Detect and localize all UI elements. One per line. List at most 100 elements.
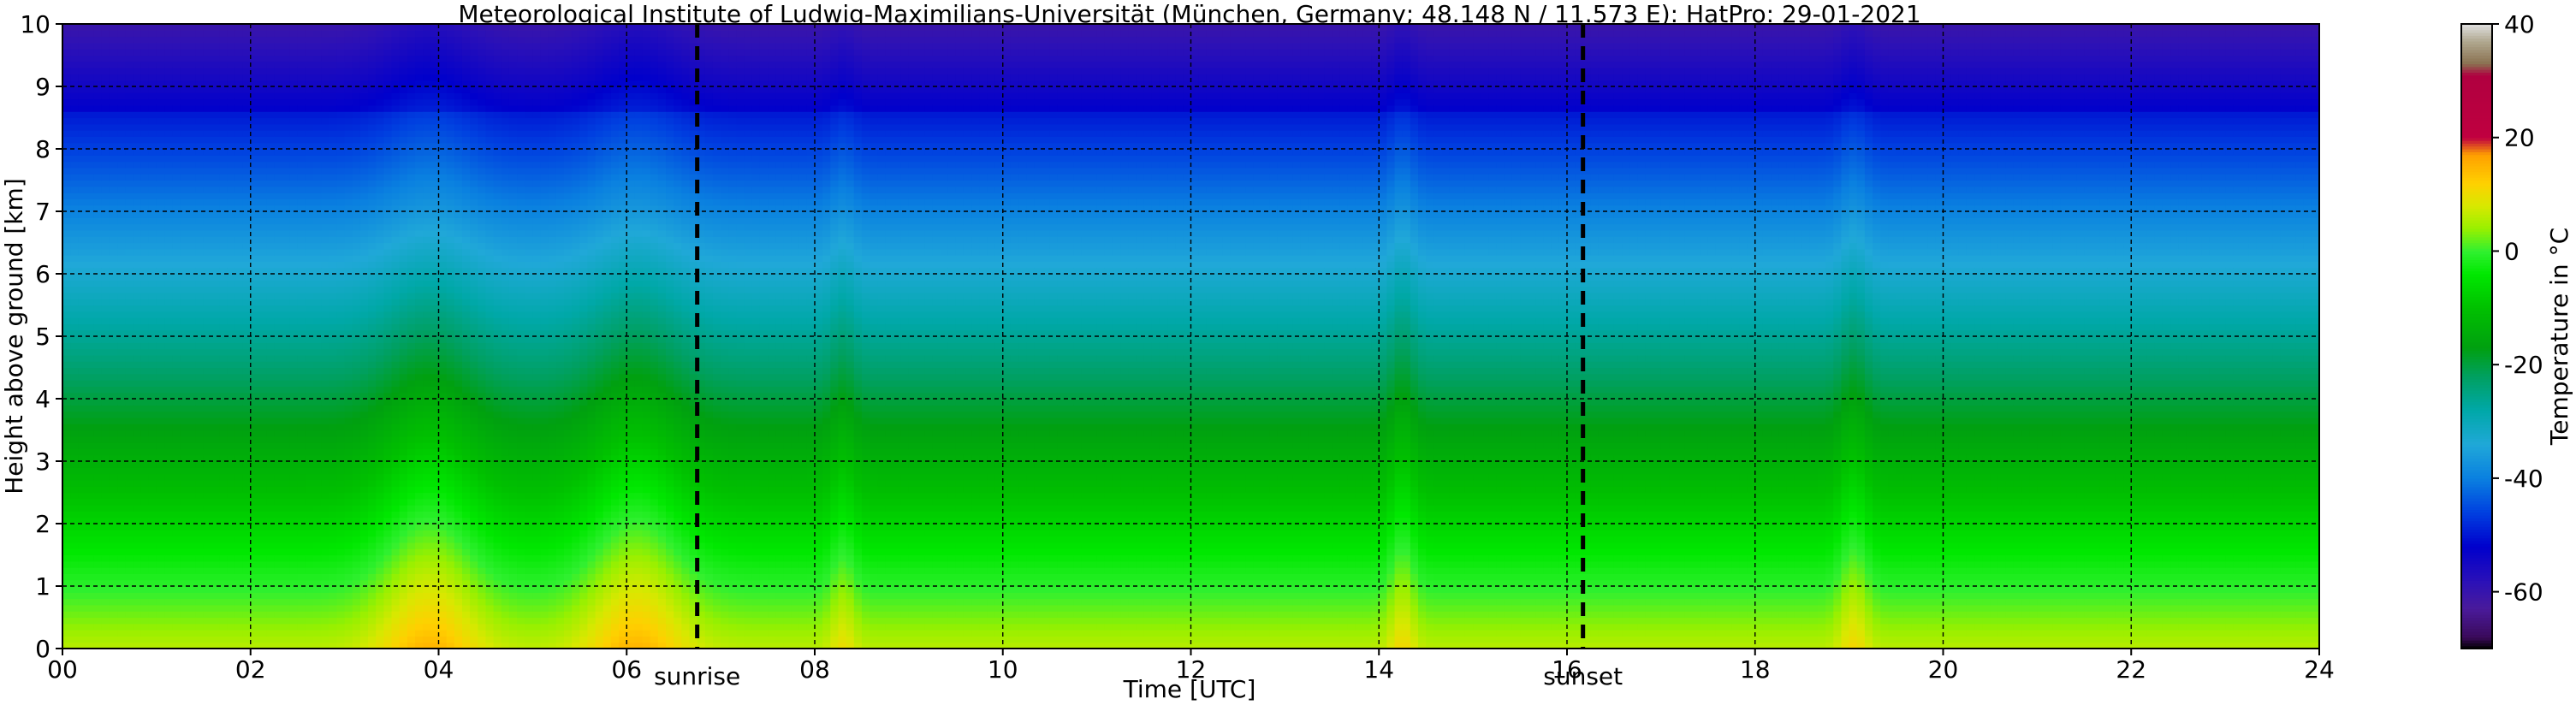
heatmap-cell [164, 229, 173, 237]
heatmap-cell [156, 186, 165, 193]
heatmap-cell [180, 24, 189, 31]
heatmap-cell [93, 586, 103, 593]
heatmap-cell [180, 292, 189, 299]
heatmap-cell [164, 86, 173, 93]
heatmap-cell [282, 530, 291, 537]
heatmap-cell [62, 361, 71, 369]
heatmap-cell [336, 467, 346, 475]
heatmap-cell [195, 92, 205, 100]
heatmap-cell [70, 461, 79, 468]
heatmap-cell [78, 317, 87, 324]
heatmap-cell [242, 367, 252, 375]
heatmap-cell [423, 424, 431, 431]
heatmap-cell [242, 592, 252, 600]
heatmap-cell [297, 399, 306, 406]
heatmap-cell [242, 292, 252, 299]
heatmap-cell [336, 123, 346, 131]
heatmap-cell [297, 623, 306, 631]
heatmap-cell [430, 236, 440, 244]
heatmap-cell [274, 336, 282, 343]
heatmap-cell [242, 323, 252, 331]
heatmap-cell [117, 467, 126, 475]
heatmap-cell [274, 486, 282, 494]
heatmap-cell [297, 598, 306, 606]
heatmap-cell [352, 435, 361, 443]
heatmap-cell [329, 236, 338, 244]
heatmap-cell [203, 573, 212, 581]
heatmap-cell [148, 317, 157, 324]
heatmap-cell [266, 317, 275, 324]
heatmap-cell [180, 74, 189, 81]
heatmap-cell [321, 211, 329, 218]
heatmap-cell [234, 161, 244, 169]
heatmap-cell [211, 354, 220, 362]
heatmap-cell [156, 354, 165, 362]
heatmap-cell [234, 186, 244, 193]
heatmap-cell [266, 386, 275, 394]
heatmap-cell [234, 567, 244, 574]
heatmap-cell [234, 598, 244, 606]
heatmap-cell [148, 611, 157, 619]
heatmap-cell [234, 448, 244, 456]
heatmap-cell [368, 30, 377, 38]
heatmap-cell [180, 630, 189, 637]
heatmap-cell [399, 598, 408, 606]
heatmap-cell [203, 311, 212, 318]
heatmap-cell [203, 242, 212, 250]
heatmap-cell [359, 386, 369, 394]
heatmap-cell [282, 424, 291, 431]
heatmap-cell [274, 380, 282, 387]
heatmap-cell [219, 104, 228, 112]
heatmap-cell [258, 467, 267, 475]
heatmap-cell [336, 386, 346, 394]
heatmap-cell [438, 435, 448, 443]
heatmap-cell [156, 236, 165, 244]
heatmap-cell [78, 149, 87, 156]
heatmap-cell [250, 435, 259, 443]
heatmap-cell [62, 424, 71, 431]
heatmap-cell [93, 55, 103, 62]
heatmap-cell [423, 473, 431, 481]
heatmap-cell [446, 530, 455, 537]
heatmap-cell [430, 217, 440, 225]
heatmap-cell [117, 55, 126, 62]
heatmap-cell [274, 130, 282, 137]
heatmap-cell [219, 61, 228, 68]
heatmap-cell [70, 24, 79, 31]
heatmap-cell [274, 211, 282, 218]
heatmap-cell [391, 130, 401, 137]
heatmap-cell [219, 280, 228, 287]
heatmap-cell [297, 617, 306, 625]
heatmap-cell [266, 411, 275, 418]
heatmap-cell [336, 55, 346, 62]
heatmap-cell [78, 286, 87, 293]
heatmap-cell [125, 361, 134, 369]
heatmap-cell [117, 567, 126, 574]
heatmap-cell [219, 305, 228, 312]
heatmap-cell [359, 617, 369, 625]
heatmap-cell [101, 217, 110, 225]
heatmap-cell [258, 573, 267, 581]
heatmap-cell [289, 61, 299, 68]
heatmap-cell [148, 636, 157, 643]
heatmap-cell [438, 511, 448, 518]
heatmap-cell [329, 130, 338, 137]
heatmap-cell [359, 586, 369, 593]
heatmap-cell [78, 573, 87, 581]
heatmap-cell [234, 492, 244, 500]
heatmap-cell [148, 186, 157, 193]
heatmap-cell [227, 386, 236, 394]
heatmap-cell [133, 573, 142, 581]
heatmap-cell [219, 430, 228, 437]
heatmap-cell [344, 586, 353, 593]
heatmap-cell [399, 49, 408, 56]
heatmap-cell [211, 223, 220, 231]
heatmap-cell [195, 274, 205, 281]
heatmap-cell [313, 186, 322, 193]
heatmap-cell [227, 255, 236, 262]
heatmap-cell [415, 348, 424, 356]
heatmap-cell [148, 229, 157, 237]
heatmap-cell [415, 492, 424, 500]
heatmap-cell [423, 155, 431, 163]
heatmap-cell [164, 505, 173, 512]
